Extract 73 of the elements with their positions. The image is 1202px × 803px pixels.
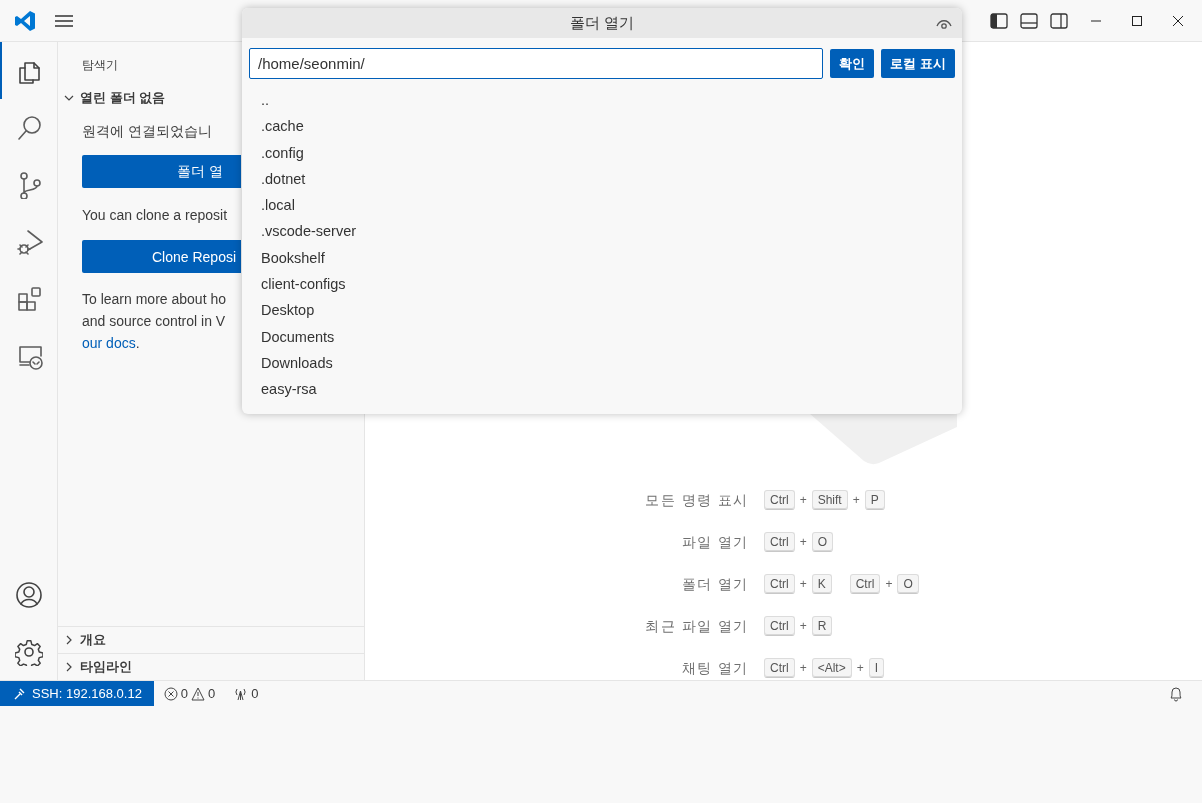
keycap: Ctrl <box>764 616 795 636</box>
keycap: Shift <box>811 490 848 510</box>
panel-header[interactable]: 개요 <box>58 626 364 653</box>
folder-item[interactable]: .local <box>261 192 962 219</box>
learn-more-text: To learn more about ho and source control in V our docs. <box>82 290 226 353</box>
keycap: R <box>811 616 833 636</box>
sidebar-toggle-icon[interactable] <box>990 12 1008 29</box>
clone-repository-button[interactable]: Clone Reposi <box>82 240 241 273</box>
keycap: Ctrl <box>764 658 795 678</box>
shortcut-label: 모든 명령 표시 <box>644 491 749 510</box>
app-logo-icon <box>14 9 36 32</box>
folder-item[interactable]: .vscode-server <box>261 218 962 245</box>
status-message: 원격에 연결되었습니 <box>82 123 212 141</box>
keycap: Ctrl <box>764 490 795 510</box>
keycap: I <box>868 658 885 678</box>
menu-icon[interactable] <box>54 13 74 28</box>
open-folder-button[interactable]: 폴더 열 <box>82 155 241 188</box>
folder-item[interactable]: Desktop <box>261 297 962 324</box>
panel-toggle-icon[interactable] <box>1020 12 1038 29</box>
maximize-icon[interactable] <box>1131 14 1143 27</box>
error-icon[interactable] <box>163 686 178 701</box>
plus-sign: + <box>885 577 893 591</box>
keycap: Ctrl <box>849 574 881 594</box>
show-local-button[interactable]: 로컬 표시 <box>881 49 955 78</box>
folder-item[interactable]: .dotnet <box>261 165 962 193</box>
plus-sign: + <box>799 493 807 507</box>
plus-sign: + <box>799 577 807 591</box>
remote-status[interactable]: SSH: 192.168.0.12 <box>0 681 154 706</box>
folder-item[interactable]: .. <box>261 87 962 114</box>
keycap: Ctrl <box>764 574 795 594</box>
clone-hint-text: You can clone a reposit <box>82 206 228 225</box>
keycap: P <box>864 490 885 510</box>
play-bug-icon <box>15 227 44 256</box>
plus-sign: + <box>799 661 807 675</box>
antenna-icon[interactable] <box>233 686 249 701</box>
keycap: O <box>897 574 919 594</box>
ports-count[interactable]: 0 <box>251 686 259 701</box>
keycap: <Alt> <box>811 658 852 678</box>
dialog-title: 폴더 열기 <box>570 13 634 33</box>
eye-icon[interactable] <box>936 18 952 30</box>
folder-item[interactable]: client-configs <box>261 271 962 298</box>
shortcut-label: 채팅 열기 <box>680 659 749 678</box>
folder-item[interactable]: Downloads <box>261 349 962 377</box>
path-input[interactable]: /home/seonmin/ <box>249 48 824 79</box>
shortcut-label: 최근 파일 열기 <box>644 617 749 636</box>
plus-sign: + <box>799 535 807 549</box>
search-icon <box>15 113 44 142</box>
extensions-icon <box>15 284 44 313</box>
shortcut-label: 폴더 열기 <box>680 575 749 594</box>
keycap: K <box>811 574 832 594</box>
close-icon[interactable] <box>1172 14 1184 27</box>
folder-item[interactable]: .config <box>261 139 962 166</box>
error-count[interactable]: 0 <box>180 686 189 701</box>
folder-item[interactable]: easy-rsa <box>261 376 962 403</box>
folder-item[interactable]: Documents <box>261 323 962 350</box>
folder-item[interactable]: .cache <box>261 113 962 140</box>
sidebar-title: 탐색기 <box>82 58 118 72</box>
warning-icon[interactable] <box>191 686 206 701</box>
keycap: O <box>811 532 834 552</box>
ok-button[interactable]: 확인 <box>830 49 875 78</box>
section-header[interactable]: 열린 폴더 없음 <box>58 83 166 113</box>
plus-sign: + <box>852 493 860 507</box>
warning-count[interactable]: 0 <box>208 686 216 701</box>
plus-sign: + <box>856 661 864 675</box>
split-layout-icon[interactable] <box>1050 12 1068 29</box>
settings-icon[interactable] <box>14 637 43 666</box>
plus-sign: + <box>799 619 807 633</box>
shortcut-label: 파일 열기 <box>680 533 749 552</box>
docs-link[interactable]: our docs <box>82 335 136 351</box>
bell-icon[interactable] <box>1169 685 1183 702</box>
folder-item[interactable]: Bookshelf <box>261 244 962 272</box>
keycap: Ctrl <box>764 532 795 552</box>
account-icon[interactable] <box>14 580 43 609</box>
